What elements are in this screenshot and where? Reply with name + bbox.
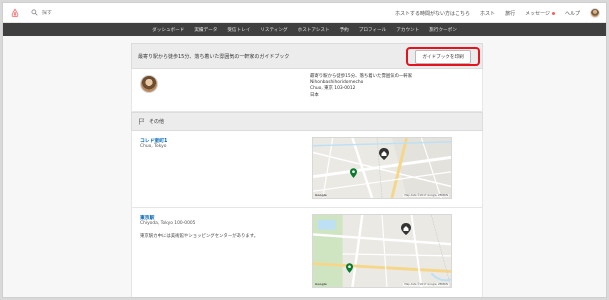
home-marker-icon: [379, 148, 389, 160]
place-card: 東京駅 Chiyoda, Tokyo 100-0005 東京駅カ中には美術館やシ…: [131, 208, 483, 297]
top-header: ホストする時間がない方はこちら ホスト 旅行 メッセージ ヘルプ: [3, 3, 606, 23]
nav-host[interactable]: ホスト: [480, 10, 495, 17]
guidebook-title: 最寄り駅から徒歩15分、落ち着いた雰囲気の一軒家のガイドブック: [138, 53, 290, 60]
search-input[interactable]: [42, 9, 122, 16]
subnav-host-assist[interactable]: ホストアシスト: [298, 27, 330, 33]
place-name-link[interactable]: 東京駅: [140, 214, 154, 221]
place-name-link[interactable]: コレド室町1: [140, 137, 167, 144]
host-avatar: [140, 75, 158, 93]
host-card: 最寄り駅から徒歩15分、落ち着いた雰囲気の一軒家 Nihonbashihorid…: [131, 69, 483, 112]
subnav-listings[interactable]: リスティング: [260, 27, 287, 33]
nav-messages-label: メッセージ: [525, 10, 550, 17]
search-icon: [31, 9, 38, 16]
subnav-dashboard[interactable]: ダッシュボード: [152, 27, 184, 33]
user-avatar[interactable]: [590, 8, 600, 18]
address-line-4: 日本: [310, 92, 319, 98]
map-credit: Map data ©2017 Google, ZENRIN: [403, 283, 449, 286]
subnav-reservations[interactable]: 予約: [340, 27, 349, 33]
airbnb-logo-icon[interactable]: [9, 7, 21, 19]
notification-dot-icon: [551, 11, 555, 15]
section-title: その他: [149, 119, 165, 125]
google-logo: Google: [315, 193, 327, 197]
place-marker-icon: [350, 168, 357, 178]
subnav-profile[interactable]: プロフィール: [359, 27, 386, 33]
section-other-header: その他: [131, 112, 483, 131]
place-map[interactable]: Google Map data ©2017 Google, ZENRIN: [312, 137, 452, 199]
top-nav: ホストする時間がない方はこちら ホスト 旅行 メッセージ ヘルプ: [395, 3, 600, 23]
subnav-stats[interactable]: 実績データ: [194, 27, 217, 33]
guidebook-banner: 最寄り駅から徒歩15分、落ち着いた雰囲気の一軒家のガイドブック ガイドブックを印…: [131, 43, 483, 69]
map-credit: Map data ©2017 Google, ZENRIN: [403, 194, 449, 197]
subnav-account[interactable]: アカウント: [396, 27, 419, 33]
subnav-inbox[interactable]: 受信トレイ: [227, 27, 250, 33]
sub-nav: ダッシュボード 実績データ 受信トレイ リスティング ホストアシスト 予約 プロ…: [3, 23, 606, 36]
place-location: Chuo, Tokyo: [140, 144, 167, 149]
home-marker-icon: [401, 223, 411, 235]
place-description: 東京駅カ中には美術館やショッピングセンターがあります。: [140, 234, 259, 239]
guidebook-main: 最寄り駅から徒歩15分、落ち着いた雰囲気の一軒家のガイドブック ガイドブックを印…: [131, 43, 483, 297]
place-marker-icon: [346, 263, 353, 273]
flag-icon: [139, 118, 145, 125]
google-logo: Google: [315, 282, 327, 286]
nav-messages[interactable]: メッセージ: [525, 10, 555, 17]
place-card: コレド室町1 Chuo, Tokyo Google Map data ©2017…: [131, 131, 483, 208]
search-box[interactable]: [31, 9, 122, 16]
nav-host-no-time[interactable]: ホストする時間がない方はこちら: [395, 10, 470, 17]
print-guidebook-button[interactable]: ガイドブックを印刷: [415, 49, 471, 64]
place-location: Chiyoda, Tokyo 100-0005: [140, 221, 196, 226]
print-button-highlight: ガイドブックを印刷: [406, 47, 480, 66]
subnav-travel-coupon[interactable]: 旅行クーポン: [429, 27, 457, 33]
browser-frame: ホストする時間がない方はこちら ホスト 旅行 メッセージ ヘルプ ダッシュボード…: [2, 2, 607, 298]
nav-trips[interactable]: 旅行: [505, 10, 515, 17]
listing-address: 最寄り駅から徒歩15分、落ち着いた雰囲気の一軒家 Nihonbashihorid…: [310, 74, 412, 99]
nav-help[interactable]: ヘルプ: [565, 10, 580, 17]
place-map[interactable]: Google Map data ©2017 Google, ZENRIN: [312, 214, 452, 288]
